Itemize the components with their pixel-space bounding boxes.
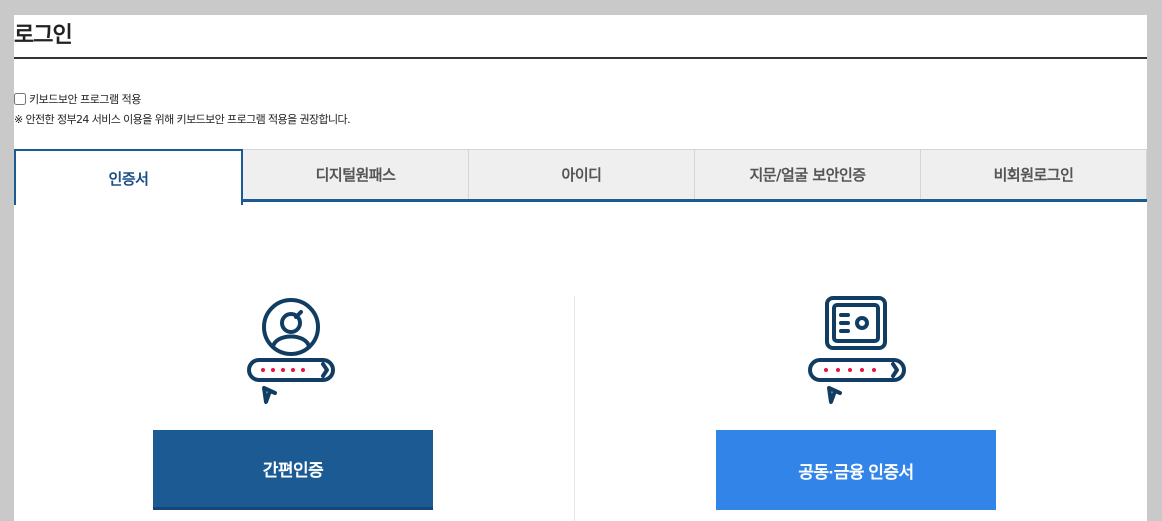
keyboard-security-notice: ※ 안전한 정부24 서비스 이용을 위해 키보드보안 프로그램 적용을 권장합…: [14, 113, 351, 126]
safe-password-icon: [808, 296, 906, 404]
tab-digital-onepass[interactable]: 디지털원패스: [243, 149, 469, 199]
login-panel: 로그인 키보드보안 프로그램 적용 ※ 안전한 정부24 서비스 이용을 위해 …: [14, 15, 1147, 521]
simple-auth-button[interactable]: 간편인증: [153, 430, 433, 510]
tab-biometric[interactable]: 지문/얼굴 보안인증: [695, 149, 921, 199]
keyboard-security-label: 키보드보안 프로그램 적용: [29, 93, 141, 106]
page-title: 로그인: [14, 23, 73, 48]
title-divider: [14, 57, 1147, 59]
column-divider: [574, 296, 575, 521]
user-password-icon: [247, 298, 335, 404]
login-method-tabs: 인증서 디지털원패스 아이디 지문/얼굴 보안인증 비회원로그인: [14, 149, 1147, 205]
tab-non-member[interactable]: 비회원로그인: [921, 149, 1147, 199]
tab-id[interactable]: 아이디: [469, 149, 695, 199]
joint-financial-cert-button[interactable]: 공동·금융 인증서: [716, 430, 996, 510]
keyboard-security-checkbox[interactable]: [14, 93, 26, 105]
tab-certificate[interactable]: 인증서: [14, 149, 243, 205]
keyboard-security-option[interactable]: 키보드보안 프로그램 적용: [14, 91, 141, 107]
